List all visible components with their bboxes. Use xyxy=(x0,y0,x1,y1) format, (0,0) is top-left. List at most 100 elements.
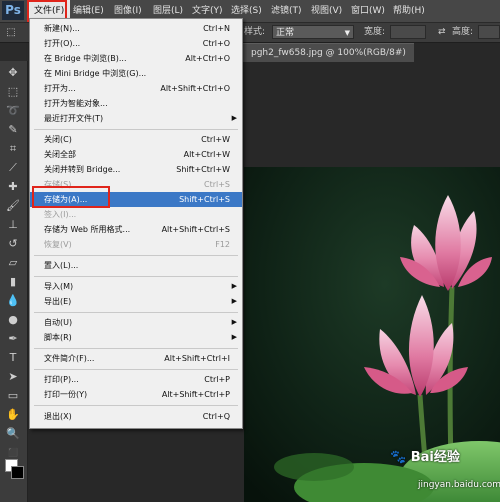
menu-item-shortcut: Ctrl+O xyxy=(202,39,230,48)
menu-window[interactable]: 窗口(W) xyxy=(345,0,391,22)
menu-item-shortcut: Shift+Ctrl+S xyxy=(179,195,230,204)
pen-tool-icon[interactable]: ✒ xyxy=(4,331,22,347)
menu-separator xyxy=(34,405,238,406)
menu-item-file-info[interactable]: 文件简介(F)... Alt+Shift+Ctrl+I xyxy=(30,351,242,366)
width-field[interactable] xyxy=(390,25,426,39)
menu-item-label: 在 Mini Bridge 中浏览(G)... xyxy=(44,69,147,78)
height-field[interactable] xyxy=(478,25,500,39)
gradient-tool-icon[interactable]: ▮ xyxy=(4,274,22,290)
shape-tool-icon[interactable]: ▭ xyxy=(4,388,22,404)
menu-item-label: 在 Bridge 中浏览(B)... xyxy=(44,54,127,63)
menu-item-shortcut: F12 xyxy=(215,240,230,249)
menu-item-shortcut: Shift+Ctrl+W xyxy=(176,165,230,174)
hand-tool-icon[interactable]: ✋ xyxy=(4,407,22,423)
menu-item-scripts[interactable]: 脚本(R) ▶ xyxy=(30,330,242,345)
quick-select-tool-icon[interactable]: ✎ xyxy=(4,122,22,138)
menu-item-shortcut: Alt+Ctrl+W xyxy=(183,150,230,159)
dodge-tool-icon[interactable]: ● xyxy=(4,312,22,328)
menu-item-export[interactable]: 导出(E) ▶ xyxy=(30,294,242,309)
menu-item-label: 退出(X) xyxy=(44,412,72,421)
menu-separator xyxy=(34,312,238,313)
menu-separator xyxy=(34,369,238,370)
menu-item-label: 存储为 Web 所用格式... xyxy=(44,225,131,234)
brush-tool-icon[interactable]: 🖌 xyxy=(4,198,22,214)
menu-item-import[interactable]: 导入(M) ▶ xyxy=(30,279,242,294)
menu-item-shortcut: Alt+Shift+Ctrl+S xyxy=(161,225,230,234)
menu-item-automate[interactable]: 自动(U) ▶ xyxy=(30,315,242,330)
menu-item-label: 最近打开文件(T) xyxy=(44,114,104,123)
menu-item-print-one-copy[interactable]: 打印一份(Y) Alt+Shift+Ctrl+P xyxy=(30,387,242,402)
menu-item-open-as[interactable]: 打开为... Alt+Shift+Ctrl+O xyxy=(30,81,242,96)
menu-item-exit[interactable]: 退出(X) Ctrl+Q xyxy=(30,409,242,424)
menu-item-open-as-smart-object[interactable]: 打开为智能对象... xyxy=(30,96,242,111)
menu-item-label: 打开为... xyxy=(44,84,76,93)
menu-item-shortcut: Ctrl+S xyxy=(203,180,230,189)
menu-filter[interactable]: 滤镜(T) xyxy=(265,0,308,22)
tools-panel: ✥ ⬚ ➰ ✎ ⌗ ⟋ ✚ 🖌 ⊥ ↺ ▱ ▮ 💧 ● ✒ T ➤ ▭ ✋ 🔍 … xyxy=(0,61,28,502)
menu-item-recent-files[interactable]: 最近打开文件(T) ▶ xyxy=(30,111,242,126)
width-label: 宽度: xyxy=(364,27,386,37)
marquee-preset-icon[interactable]: ⬚ xyxy=(2,25,20,41)
menu-item-label: 打开为智能对象... xyxy=(44,99,108,108)
swap-icon[interactable]: ⇄ xyxy=(438,23,446,42)
watermark-url: jingyan.baidu.com xyxy=(418,480,500,490)
submenu-arrow-icon: ▶ xyxy=(231,114,237,122)
menu-help[interactable]: 帮助(H) xyxy=(387,0,431,22)
menu-item-label: 签入(I)... xyxy=(44,210,77,219)
path-select-tool-icon[interactable]: ➤ xyxy=(4,369,22,385)
menu-item-label: 自动(U) xyxy=(44,318,73,327)
menu-item-shortcut: Alt+Shift+Ctrl+I xyxy=(164,354,230,363)
menu-item-browse-bridge[interactable]: 在 Bridge 中浏览(B)... Alt+Ctrl+O xyxy=(30,51,242,66)
menu-item-save: 存储(S) Ctrl+S xyxy=(30,177,242,192)
baidu-paw-icon: 🐾 xyxy=(390,450,407,465)
menu-item-label: 存储(S) xyxy=(44,180,72,189)
blur-tool-icon[interactable]: 💧 xyxy=(4,293,22,309)
menu-item-label: 打印一份(Y) xyxy=(44,390,88,399)
menu-item-label: 打印(P)... xyxy=(44,375,79,384)
submenu-arrow-icon: ▶ xyxy=(231,282,237,290)
baidu-watermark: 🐾 Bai经验 xyxy=(390,446,460,465)
menu-item-close-go-bridge[interactable]: 关闭并转到 Bridge... Shift+Ctrl+W xyxy=(30,162,242,177)
chevron-down-icon: ▼ xyxy=(344,29,350,37)
marquee-tool-icon[interactable]: ⬚ xyxy=(4,84,22,100)
menu-item-label: 恢复(V) xyxy=(44,240,72,249)
style-select-value: 正常 xyxy=(276,28,295,38)
watermark-brand: Bai xyxy=(410,450,434,465)
height-label: 高度: xyxy=(452,27,474,37)
document-tab[interactable]: pgh2_fw658.jpg @ 100%(RGB/8#) xyxy=(243,43,414,62)
menu-item-close[interactable]: 关闭(C) Ctrl+W xyxy=(30,132,242,147)
watermark-brand-2: 经验 xyxy=(433,450,460,465)
eyedropper-tool-icon[interactable]: ⟋ xyxy=(4,160,22,176)
type-tool-icon[interactable]: T xyxy=(4,350,22,366)
menu-item-place[interactable]: 置入(L)... xyxy=(30,258,242,273)
menu-item-open[interactable]: 打开(O)... Ctrl+O xyxy=(30,36,242,51)
move-tool-icon[interactable]: ✥ xyxy=(4,65,22,81)
menu-item-save-as[interactable]: 存储为(A)... Shift+Ctrl+S xyxy=(30,192,242,207)
history-brush-tool-icon[interactable]: ↺ xyxy=(4,236,22,252)
menu-separator xyxy=(34,129,238,130)
clone-stamp-tool-icon[interactable]: ⊥ xyxy=(4,217,22,233)
menu-item-label: 关闭(C) xyxy=(44,135,72,144)
photoshop-logo: Ps xyxy=(2,1,24,20)
style-select[interactable]: 正常 ▼ xyxy=(272,25,354,39)
style-label: 样式: xyxy=(244,27,266,37)
lotus-photo xyxy=(244,167,500,502)
lotus-image-svg xyxy=(244,167,500,502)
menu-item-browse-mini-bridge[interactable]: 在 Mini Bridge 中浏览(G)... xyxy=(30,66,242,81)
menu-view[interactable]: 视图(V) xyxy=(305,0,348,22)
background-color-swatch[interactable] xyxy=(11,466,24,479)
crop-tool-icon[interactable]: ⌗ xyxy=(4,141,22,157)
menu-item-new[interactable]: 新建(N)... Ctrl+N xyxy=(30,21,242,36)
menu-item-revert: 恢复(V) F12 xyxy=(30,237,242,252)
menu-separator xyxy=(34,276,238,277)
eraser-tool-icon[interactable]: ▱ xyxy=(4,255,22,271)
menu-item-print[interactable]: 打印(P)... Ctrl+P xyxy=(30,372,242,387)
menu-item-label: 打开(O)... xyxy=(44,39,81,48)
zoom-tool-icon[interactable]: 🔍 xyxy=(4,426,22,442)
lasso-tool-icon[interactable]: ➰ xyxy=(4,103,22,119)
healing-brush-tool-icon[interactable]: ✚ xyxy=(4,179,22,195)
menu-item-shortcut: Alt+Shift+Ctrl+P xyxy=(161,390,230,399)
menu-item-save-for-web[interactable]: 存储为 Web 所用格式... Alt+Shift+Ctrl+S xyxy=(30,222,242,237)
menu-item-close-all[interactable]: 关闭全部 Alt+Ctrl+W xyxy=(30,147,242,162)
submenu-arrow-icon: ▶ xyxy=(231,297,237,305)
